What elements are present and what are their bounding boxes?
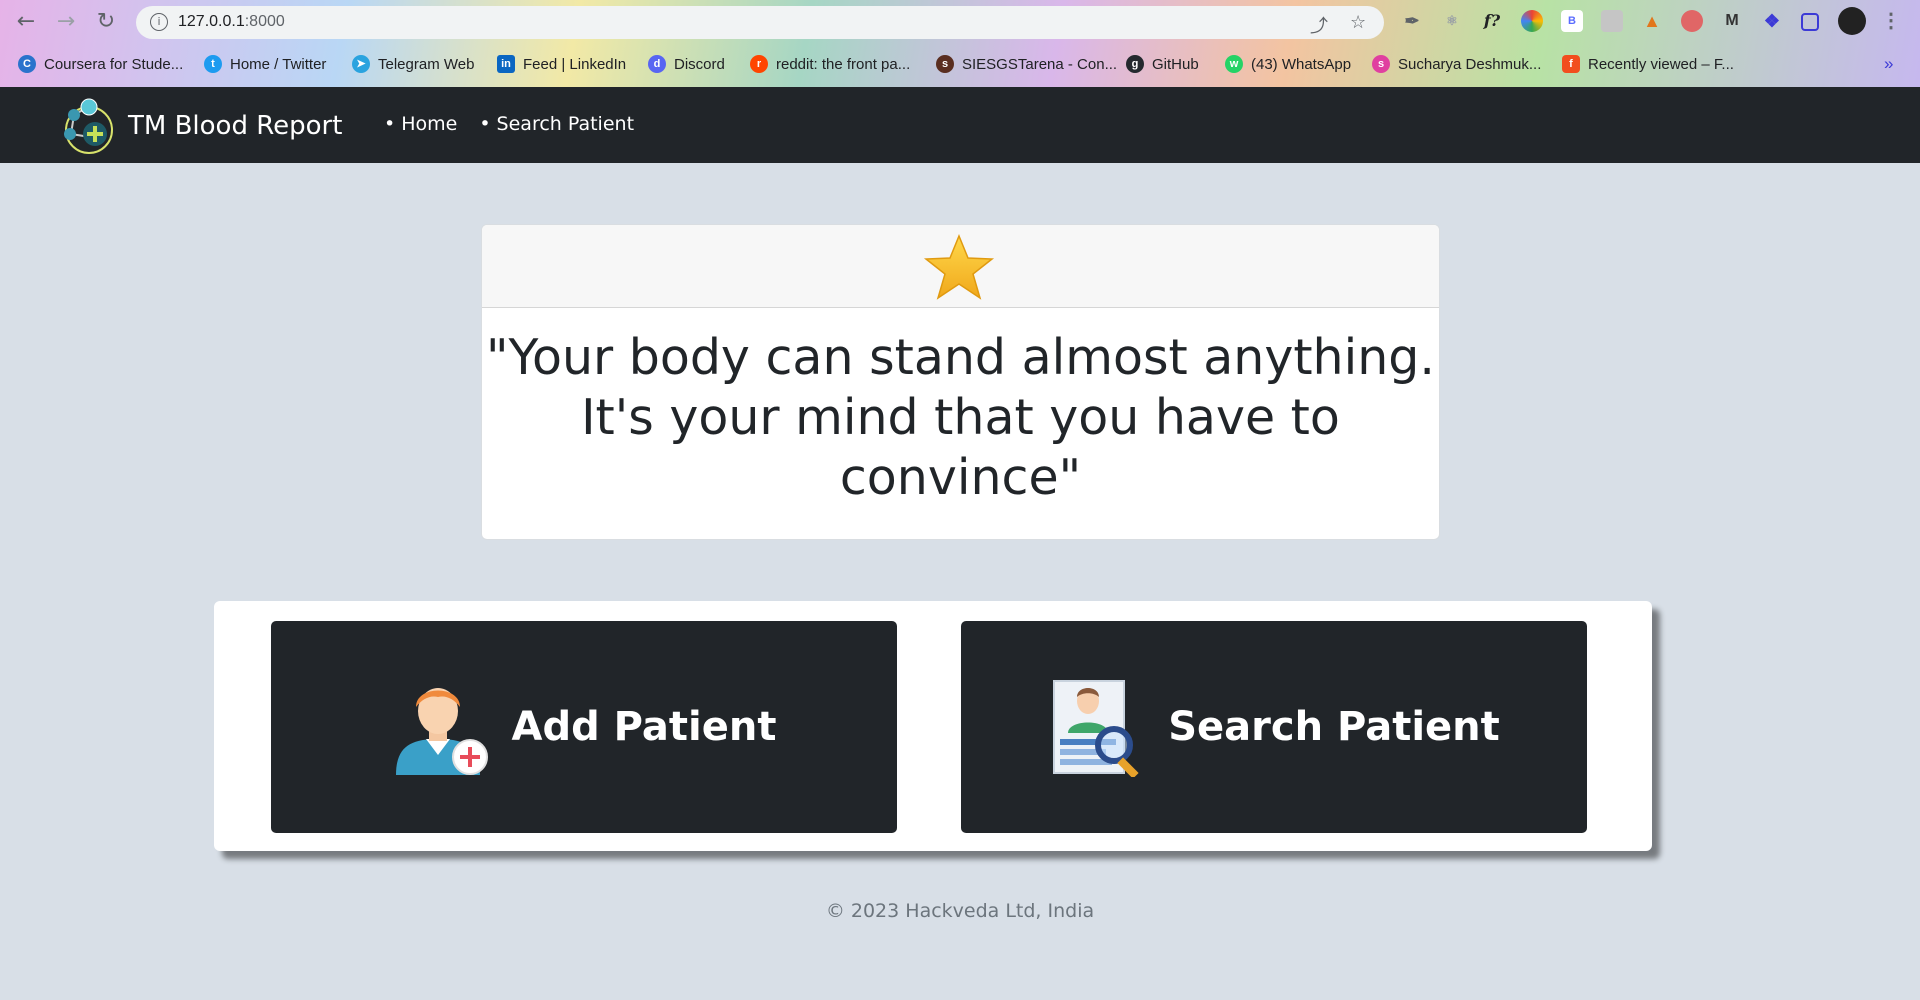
- cube-extension-icon[interactable]: [1601, 10, 1623, 32]
- coursera-icon: C: [18, 55, 36, 73]
- bookmark-label: Feed | LinkedIn: [523, 55, 627, 73]
- add-patient-label: Add Patient: [511, 704, 777, 750]
- search-patient-label: Search Patient: [1168, 704, 1500, 750]
- app-navbar: TM Blood Report Home Search Patient: [0, 87, 1920, 163]
- bookmark-twitter[interactable]: t Home / Twitter: [204, 50, 326, 78]
- telegram-icon: ➤: [352, 55, 370, 73]
- forward-button[interactable]: →: [52, 8, 80, 36]
- bookmark-label: Sucharya Deshmuk...: [1398, 55, 1542, 73]
- search-patient-icon: [1053, 680, 1139, 777]
- mendeley-extension-icon[interactable]: M: [1721, 10, 1743, 32]
- add-patient-button[interactable]: Add Patient: [271, 621, 897, 833]
- profile-link-icon: s: [1372, 55, 1390, 73]
- bookmark-github[interactable]: g GitHub: [1126, 50, 1199, 78]
- profile-avatar[interactable]: [1838, 7, 1866, 35]
- bookmarks-bar: C Coursera for Stude... t Home / Twitter…: [0, 50, 1920, 78]
- url-text[interactable]: 127.0.0.1:8000: [178, 13, 285, 31]
- add-patient-icon: [395, 688, 488, 775]
- bookmark-reddit[interactable]: r reddit: the front pa...: [750, 50, 910, 78]
- bookmark-figma[interactable]: f Recently viewed – F...: [1562, 50, 1734, 78]
- bookmark-coursera[interactable]: C Coursera for Stude...: [18, 50, 183, 78]
- bootstrap-extension-icon[interactable]: B: [1561, 10, 1583, 32]
- bookmark-label: Recently viewed – F...: [1588, 55, 1734, 73]
- eyedropper-extension-icon[interactable]: ✒: [1401, 10, 1423, 32]
- quote-card: "Your body can stand almost anything. It…: [481, 224, 1440, 540]
- browser-menu-icon[interactable]: ⋮: [1880, 10, 1902, 32]
- search-patient-button[interactable]: Search Patient: [961, 621, 1587, 833]
- bookmark-telegram[interactable]: ➤ Telegram Web: [352, 50, 474, 78]
- more-bookmarks-button[interactable]: »: [1884, 50, 1893, 78]
- action-panel: Add Patient Search Patient: [214, 601, 1652, 851]
- site-info-icon[interactable]: i: [150, 13, 168, 31]
- bookmark-label: Coursera for Stude...: [44, 55, 184, 73]
- quote-card-header: [482, 225, 1439, 308]
- siesgst-icon: s: [936, 55, 954, 73]
- bookmark-linkedin[interactable]: in Feed | LinkedIn: [497, 50, 626, 78]
- url-host: 127.0.0.1: [178, 13, 245, 30]
- molecule-logo-icon: [64, 98, 113, 154]
- react-devtools-icon[interactable]: ⚛: [1441, 10, 1463, 32]
- bookmark-label: Home / Twitter: [230, 55, 327, 73]
- whatfont-extension-icon[interactable]: f?: [1481, 10, 1503, 32]
- footer-copyright: © 2023 Hackveda Ltd, India: [825, 900, 1095, 922]
- browser-chrome: ← → ↻ i 127.0.0.1:8000 ⤴ ☆ ✒ ⚛ f? B ▲ M …: [0, 0, 1920, 87]
- github-icon: g: [1126, 55, 1144, 73]
- reload-button[interactable]: ↻: [92, 8, 120, 36]
- bookmark-label: (43) WhatsApp: [1251, 55, 1352, 73]
- extensions-puzzle-icon[interactable]: ❖: [1761, 10, 1783, 32]
- bookmark-whatsapp[interactable]: w (43) WhatsApp: [1225, 50, 1351, 78]
- bookmark-siesgst[interactable]: s SIESGSTarena - Con...: [936, 50, 1117, 78]
- back-button[interactable]: ←: [12, 8, 40, 36]
- whatsapp-icon: w: [1225, 55, 1243, 73]
- nav-home-link[interactable]: Home: [384, 113, 457, 135]
- nav-links: Home Search Patient: [384, 113, 634, 135]
- discord-icon: d: [648, 55, 666, 73]
- toolbar: ← → ↻ i 127.0.0.1:8000 ⤴ ☆ ✒ ⚛ f? B ▲ M …: [0, 0, 1920, 44]
- bookmark-label: Telegram Web: [378, 55, 475, 73]
- bookmark-star-icon[interactable]: ☆: [1350, 12, 1366, 33]
- side-panel-icon[interactable]: [1801, 13, 1819, 31]
- star-icon: [923, 234, 995, 300]
- reddit-icon: r: [750, 55, 768, 73]
- bookmark-discord[interactable]: d Discord: [648, 50, 725, 78]
- figma-icon: f: [1562, 55, 1580, 73]
- bookmark-label: Discord: [674, 55, 725, 73]
- nav-search-patient-link[interactable]: Search Patient: [479, 113, 634, 135]
- twitter-icon: t: [204, 55, 222, 73]
- url-port: :8000: [244, 13, 285, 30]
- bookmark-label: SIESGSTarena - Con...: [962, 55, 1118, 73]
- quote-text: "Your body can stand almost anything. It…: [486, 329, 1435, 506]
- brand[interactable]: TM Blood Report: [58, 97, 342, 155]
- share-icon[interactable]: ⤴: [1310, 12, 1328, 38]
- bookmark-label: reddit: the front pa...: [776, 55, 911, 73]
- brand-title: TM Blood Report: [128, 111, 343, 141]
- bookmark-profile[interactable]: s Sucharya Deshmuk...: [1372, 50, 1541, 78]
- linkedin-icon: in: [497, 55, 515, 73]
- bookmark-label: GitHub: [1152, 55, 1199, 73]
- color-extension-icon[interactable]: [1521, 10, 1543, 32]
- metamask-extension-icon[interactable]: ▲: [1641, 10, 1663, 32]
- address-bar[interactable]: i 127.0.0.1:8000 ⤴ ☆: [136, 6, 1384, 39]
- owl-extension-icon[interactable]: [1681, 10, 1703, 32]
